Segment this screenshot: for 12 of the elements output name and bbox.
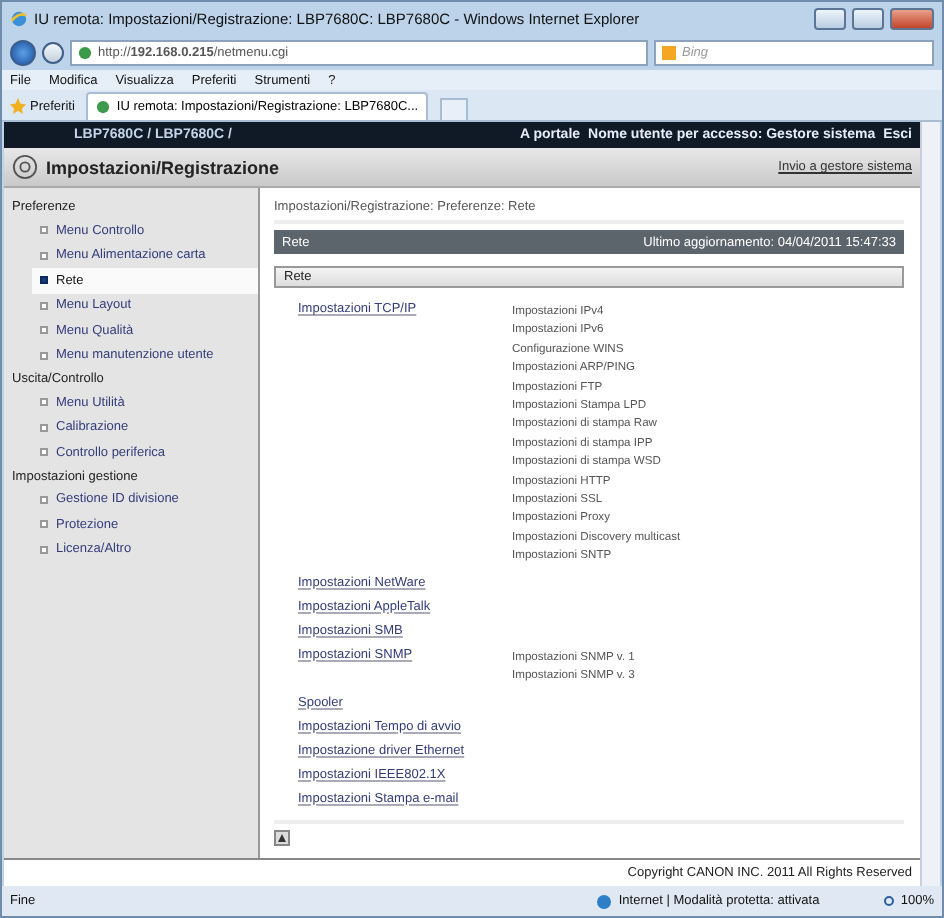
- maximize-button[interactable]: [852, 8, 884, 30]
- back-button[interactable]: [10, 40, 36, 66]
- browser-logo-icon: [10, 10, 28, 28]
- star-icon: [10, 98, 26, 114]
- gear-icon: [12, 154, 38, 180]
- forward-button[interactable]: [42, 42, 64, 64]
- close-button[interactable]: [890, 8, 934, 30]
- page-title: Impostazioni/Registrazione: [46, 157, 282, 177]
- scrollbar[interactable]: [920, 122, 940, 886]
- minimize-button[interactable]: [814, 8, 846, 30]
- back-to-top-button[interactable]: [274, 829, 290, 845]
- up-arrow-icon: [278, 833, 286, 841]
